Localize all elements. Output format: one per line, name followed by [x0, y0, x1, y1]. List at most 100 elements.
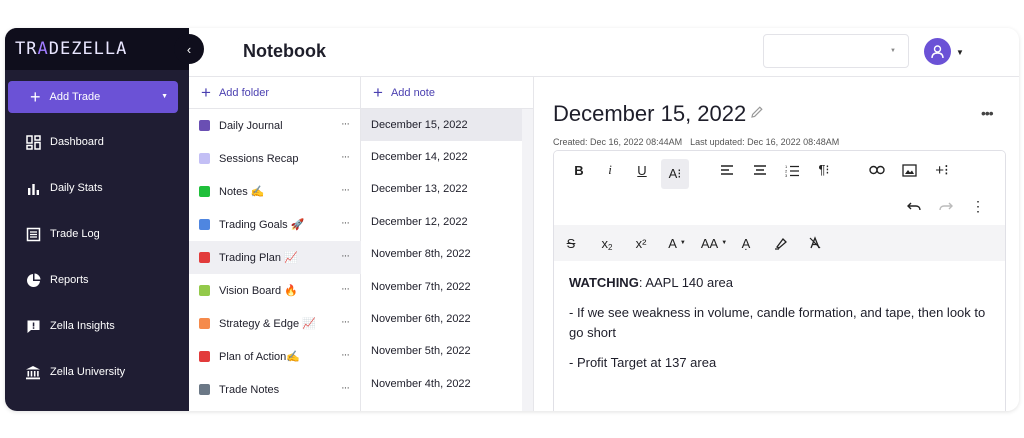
pencil-icon[interactable]	[750, 105, 764, 124]
superscript-button[interactable]: x²	[629, 232, 653, 254]
paragraph-button[interactable]: ¶⁝	[813, 159, 835, 181]
note-item[interactable]: December 15, 2022	[361, 109, 523, 141]
chevron-left-icon: ‹	[186, 41, 192, 57]
folder-item[interactable]: Trading Plan 📈 ···	[189, 241, 361, 274]
logo-mark: A	[37, 39, 49, 59]
add-trade-button[interactable]: + Add Trade ▼	[8, 81, 178, 113]
user-icon	[931, 45, 944, 59]
university-icon	[25, 364, 41, 380]
note-item[interactable]: December 12, 2022	[361, 206, 523, 238]
sidebar-item-zella-insights[interactable]: Zella Insights	[25, 315, 115, 337]
logo-bar: TRADEZELLA	[5, 28, 189, 70]
avatar[interactable]	[924, 38, 951, 65]
italic-button[interactable]: i	[599, 159, 621, 181]
more-icon[interactable]: ···	[341, 316, 350, 328]
folder-label: Trading Goals 🚀	[219, 219, 305, 231]
clear-format-icon	[809, 236, 821, 249]
strikethrough-button[interactable]: S	[560, 232, 582, 254]
note-content[interactable]: WATCHING: AAPL 140 area - If we see weak…	[569, 263, 997, 373]
folder-color-swatch	[199, 384, 210, 395]
insert-image-button[interactable]	[898, 159, 920, 181]
notes-scrollbar[interactable]	[522, 109, 533, 411]
text-size-button[interactable]: AA ▼	[698, 232, 730, 254]
more-icon[interactable]: ···	[341, 184, 350, 196]
strikethrough-icon: S	[566, 235, 576, 251]
sidebar-item-label: Dashboard	[50, 136, 104, 148]
folder-color-swatch	[199, 318, 210, 329]
highlight-button[interactable]	[770, 232, 792, 254]
note-item[interactable]: December 14, 2022	[361, 141, 523, 173]
folder-item[interactable]: Trading Goals 🚀 ···	[189, 208, 361, 241]
undo-button[interactable]	[903, 195, 925, 217]
more-icon[interactable]: ···	[341, 250, 350, 262]
sidebar-item-zella-university[interactable]: Zella University	[25, 361, 125, 383]
folder-item[interactable]: Notes ✍️ ···	[189, 175, 361, 208]
account-select[interactable]: ▼	[763, 34, 909, 68]
tradezella-logo[interactable]: TRADEZELLA	[15, 39, 127, 59]
folder-color-swatch	[199, 252, 210, 263]
rich-text-editor[interactable]: B i U A⁝ 123 ¶⁝ +⁝ ⋮ S x 2 x² A ▼ AA ▼ A…	[553, 150, 1006, 411]
add-folder-label: Add folder	[218, 86, 270, 99]
insight-icon	[25, 318, 41, 334]
sidebar-item-dashboard[interactable]: Dashboard	[25, 131, 104, 153]
note-item[interactable]: December 13, 2022	[361, 173, 523, 205]
align-left-button[interactable]	[716, 159, 738, 181]
caret-down-icon: ▼	[679, 240, 686, 246]
underline-button[interactable]: U	[631, 159, 653, 181]
more-icon[interactable]: ···	[341, 151, 350, 163]
text-size-label: AA	[700, 235, 719, 251]
toolbar-more-button[interactable]: ⋮	[967, 195, 989, 217]
folder-item[interactable]: Plan of Action✍️ ···	[189, 340, 361, 373]
sidebar-item-daily-stats[interactable]: Daily Stats	[25, 177, 103, 199]
redo-button[interactable]	[935, 195, 957, 217]
note-item[interactable]: November 8th, 2022	[361, 238, 523, 270]
sidebar-item-reports[interactable]: Reports	[25, 269, 89, 291]
more-options-icon[interactable]: •••	[981, 105, 994, 121]
add-trade-label: Add Trade	[49, 91, 101, 103]
folder-item[interactable]: Trade Notes ···	[189, 373, 361, 406]
folder-label: Vision Board 🔥	[219, 285, 298, 297]
clear-format-button[interactable]	[804, 232, 826, 254]
add-folder-button[interactable]: + Add folder	[189, 77, 360, 109]
folder-item[interactable]: Strategy & Edge 📈 ···	[189, 307, 361, 340]
folder-item[interactable]: Vision Board 🔥 ···	[189, 274, 361, 307]
subscript-button[interactable]: x2	[595, 232, 619, 254]
image-icon	[901, 163, 917, 177]
collapse-sidebar-button[interactable]: ‹	[174, 34, 204, 64]
note-item[interactable]: November 4th, 2022	[361, 368, 523, 400]
secondary-toolbar: S x2 x² A ▼ AA ▼ Ạ	[554, 225, 1005, 261]
more-icon[interactable]: ···	[341, 382, 350, 394]
note-item[interactable]: November 5th, 2022	[361, 335, 523, 367]
page-title: Notebook	[243, 41, 326, 61]
redo-icon	[939, 202, 953, 211]
editor-toolbar: B i U A⁝ 123 ¶⁝ +⁝ ⋮	[554, 151, 1005, 225]
ordered-list-icon: 123	[785, 164, 799, 177]
caret-down-icon[interactable]: ▼	[956, 48, 964, 57]
more-icon[interactable]: ···	[341, 283, 350, 295]
note-meta: Created: Dec 16, 2022 08:44AM Last update…	[553, 137, 847, 147]
add-note-button[interactable]: + Add note	[361, 77, 533, 109]
more-icon[interactable]: ···	[341, 349, 350, 361]
align-center-button[interactable]	[749, 159, 771, 181]
font-color-button[interactable]: A ▼	[664, 232, 690, 254]
folder-item[interactable]: Sessions Recap ···	[189, 142, 361, 175]
header: Notebook ▼ ▼	[189, 28, 1019, 77]
sidebar-item-trade-log[interactable]: Trade Log	[25, 223, 100, 245]
text-fill-button[interactable]: Ạ	[735, 232, 757, 254]
more-icon[interactable]: ···	[341, 217, 350, 229]
note-title[interactable]: December 15, 2022	[553, 101, 746, 127]
insert-link-button[interactable]	[866, 159, 888, 181]
note-item[interactable]: November 7th, 2022	[361, 271, 523, 303]
ordered-list-button[interactable]: 123	[781, 159, 803, 181]
folder-label: Trade Notes	[219, 383, 280, 396]
watching-line: WATCHING: AAPL 140 area	[569, 273, 997, 293]
note-item[interactable]: November 6th, 2022	[361, 303, 523, 335]
bold-button[interactable]: B	[568, 159, 590, 181]
caret-down-icon[interactable]: ▼	[161, 93, 168, 100]
folder-item[interactable]: Daily Journal ···	[189, 109, 361, 142]
font-size-button[interactable]: A⁝	[661, 159, 689, 189]
plus-icon: +	[30, 87, 41, 107]
insert-more-button[interactable]: +⁝	[930, 159, 954, 181]
more-icon[interactable]: ···	[341, 118, 350, 130]
folder-color-swatch	[199, 351, 210, 362]
